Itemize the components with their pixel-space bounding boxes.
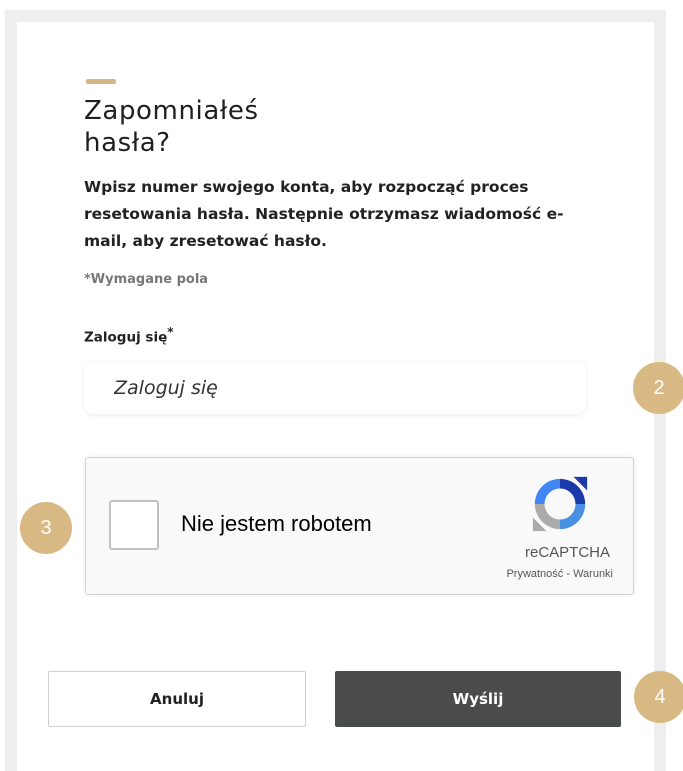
step-badge-4: 4 — [634, 671, 683, 723]
title-line-2: hasła? — [84, 128, 171, 158]
recaptcha-checkbox[interactable] — [109, 500, 159, 550]
page-title: Zapomniałeś hasła? — [84, 95, 344, 159]
submit-button[interactable]: Wyślij — [335, 671, 621, 727]
recaptcha-widget: Nie jestem robotem reCAPTCHA Prywatność … — [85, 457, 634, 595]
recaptcha-brand: reCAPTCHA — [524, 544, 610, 561]
title-line-1: Zapomniałeś — [84, 96, 259, 126]
required-asterisk: * — [167, 325, 174, 339]
recaptcha-logo-icon — [532, 476, 588, 532]
login-field-label: Zaloguj się* — [84, 325, 174, 346]
recaptcha-label: Nie jestem robotem — [181, 511, 372, 536]
step-badge-2: 2 — [633, 362, 683, 414]
login-input[interactable] — [84, 362, 586, 414]
title-accent-bar — [86, 79, 116, 84]
recaptcha-terms-link[interactable]: Prywatność - Warunki — [506, 568, 613, 580]
cancel-button[interactable]: Anuluj — [48, 671, 306, 727]
login-label-text: Zaloguj się — [84, 329, 168, 346]
required-fields-note: *Wymagane pola — [84, 272, 209, 287]
instructions-text: Wpisz numer swojego konta, aby rozpocząć… — [84, 178, 564, 250]
step-badge-3: 3 — [20, 502, 72, 554]
